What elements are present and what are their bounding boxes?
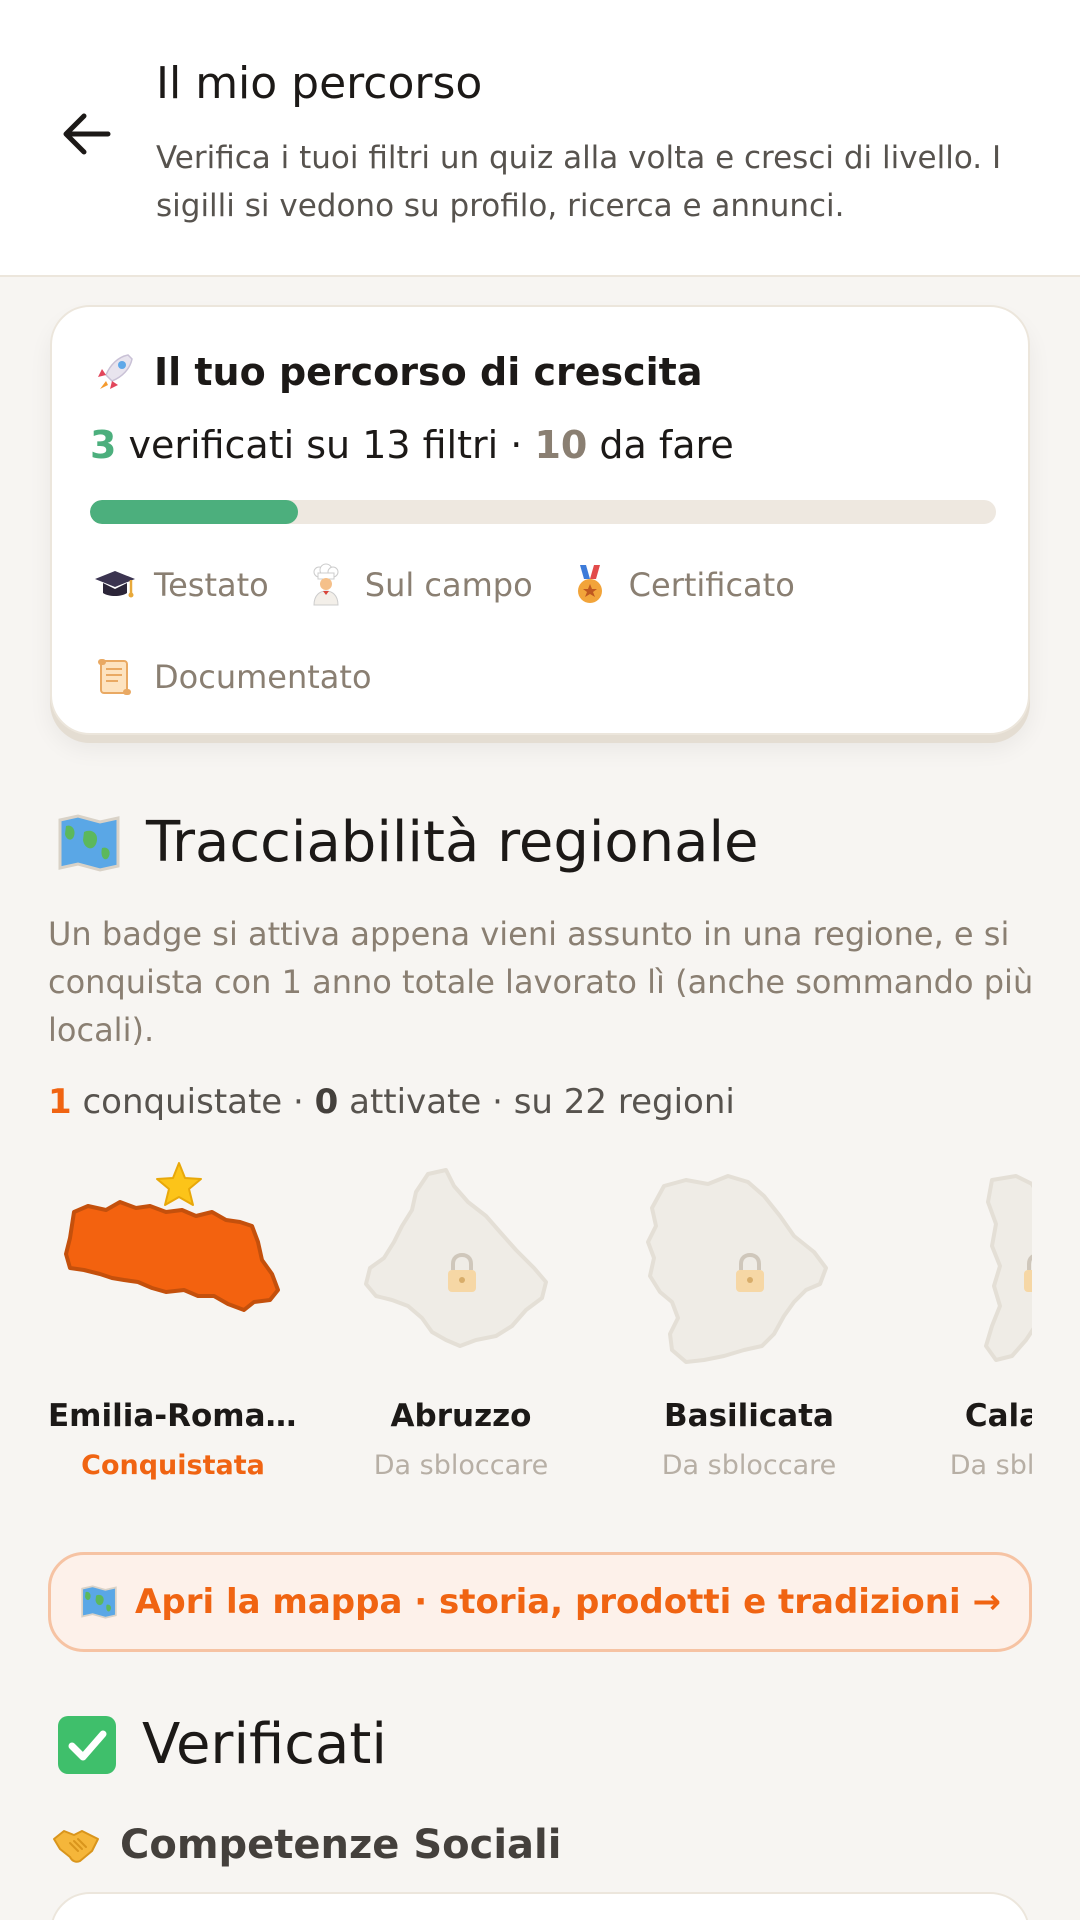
skill-group-title: Competenze Sociali xyxy=(120,1822,562,1868)
legend-item-sul-campo: Sul campo xyxy=(303,557,533,613)
legend-label: Documentato xyxy=(154,658,372,696)
progress-bar xyxy=(90,500,996,524)
open-map-button[interactable]: Apri la mappa · storia, prodotti e tradi… xyxy=(48,1552,1032,1652)
lock-icon xyxy=(448,1252,476,1292)
activated-count: 0 xyxy=(314,1082,339,1122)
world-map-icon xyxy=(81,1585,117,1619)
verified-stats: 3 verificati su 13 filtri · 10 da fare xyxy=(90,423,734,467)
seal-legend: Testato Sul campo Certificato Documentat… xyxy=(92,557,992,705)
chef-icon xyxy=(303,562,349,608)
regions-carousel[interactable]: Emilia-Romag… Conquistata Abruzzo Da sbl… xyxy=(48,1150,1032,1500)
card-title: Il tuo percorso di crescita xyxy=(154,350,703,394)
region-status: Da sbloccare xyxy=(373,1450,549,1481)
back-button[interactable] xyxy=(54,102,118,166)
todo-text: da fare xyxy=(587,423,734,467)
page-subtitle: Verifica i tuoi filtri un quiz alla volt… xyxy=(156,140,1002,224)
region-card-basilicata[interactable]: Basilicata Da sbloccare xyxy=(624,1150,874,1490)
legend-item-documentato: Documentato xyxy=(92,649,372,705)
region-counts: 1 conquistate · 0 attivate · su 22 regio… xyxy=(48,1082,735,1122)
regional-description: Un badge si attiva appena vieni assunto … xyxy=(48,915,1034,1049)
progress-bar-fill xyxy=(90,500,299,524)
todo-count: 10 xyxy=(534,423,588,467)
top-header: Il mio percorso Verifica i tuoi filtri u… xyxy=(0,0,1080,277)
verified-text: verificati su 13 filtri · xyxy=(116,423,535,467)
handshake-icon xyxy=(53,1830,99,1863)
legend-label: Testato xyxy=(154,566,269,604)
skill-card[interactable] xyxy=(50,1892,1030,1920)
verified-title: Verificati xyxy=(142,1712,387,1777)
check-mark-button-icon xyxy=(58,1715,116,1774)
world-map-icon xyxy=(58,813,120,872)
lock-icon xyxy=(1024,1254,1032,1292)
growth-progress-card: Il tuo percorso di crescita 3 verificati… xyxy=(50,305,1030,735)
regional-section-header: Tracciabilità regionale xyxy=(56,810,759,875)
calabria-map xyxy=(984,1174,1032,1362)
region-card-emilia-romagna[interactable]: Emilia-Romag… Conquistata xyxy=(48,1150,298,1490)
verified-count: 3 xyxy=(90,423,117,467)
legend-item-testato: Testato xyxy=(92,557,269,613)
medal-icon xyxy=(567,562,613,608)
graduation-cap-icon xyxy=(92,562,138,608)
legend-item-certificato: Certificato xyxy=(567,557,795,613)
region-status: Da sbloccare xyxy=(661,1450,837,1481)
conquered-count: 1 xyxy=(48,1082,72,1122)
verified-section-header: Verificati xyxy=(56,1712,387,1777)
conquered-text: conquistate · xyxy=(71,1082,315,1122)
activated-text: attivate · su 22 regioni xyxy=(338,1082,735,1122)
regional-title: Tracciabilità regionale xyxy=(146,810,759,875)
region-status: Da sbloccare xyxy=(949,1450,1032,1481)
region-name: Emilia-Romag… xyxy=(48,1398,298,1434)
open-map-label: Apri la mappa · storia, prodotti e tradi… xyxy=(135,1582,1001,1622)
scroll-icon xyxy=(92,654,138,700)
region-card-abruzzo[interactable]: Abruzzo Da sbloccare xyxy=(336,1150,586,1490)
region-name: Calabria xyxy=(964,1398,1032,1434)
page-title: Il mio percorso xyxy=(156,58,483,109)
legend-label: Sul campo xyxy=(364,566,533,604)
arrow-left-icon xyxy=(63,113,111,155)
region-card-calabria[interactable]: Calabria Da sbloccare xyxy=(912,1150,1032,1490)
legend-label: Certificato xyxy=(628,566,795,604)
region-status: Conquistata xyxy=(81,1450,265,1481)
skill-group-header: Competenze Sociali xyxy=(52,1822,561,1868)
lock-icon xyxy=(736,1252,764,1292)
rocket-icon xyxy=(98,354,133,389)
region-name: Basilicata xyxy=(664,1398,834,1434)
star-icon xyxy=(156,1162,202,1206)
region-name: Abruzzo xyxy=(390,1398,532,1434)
